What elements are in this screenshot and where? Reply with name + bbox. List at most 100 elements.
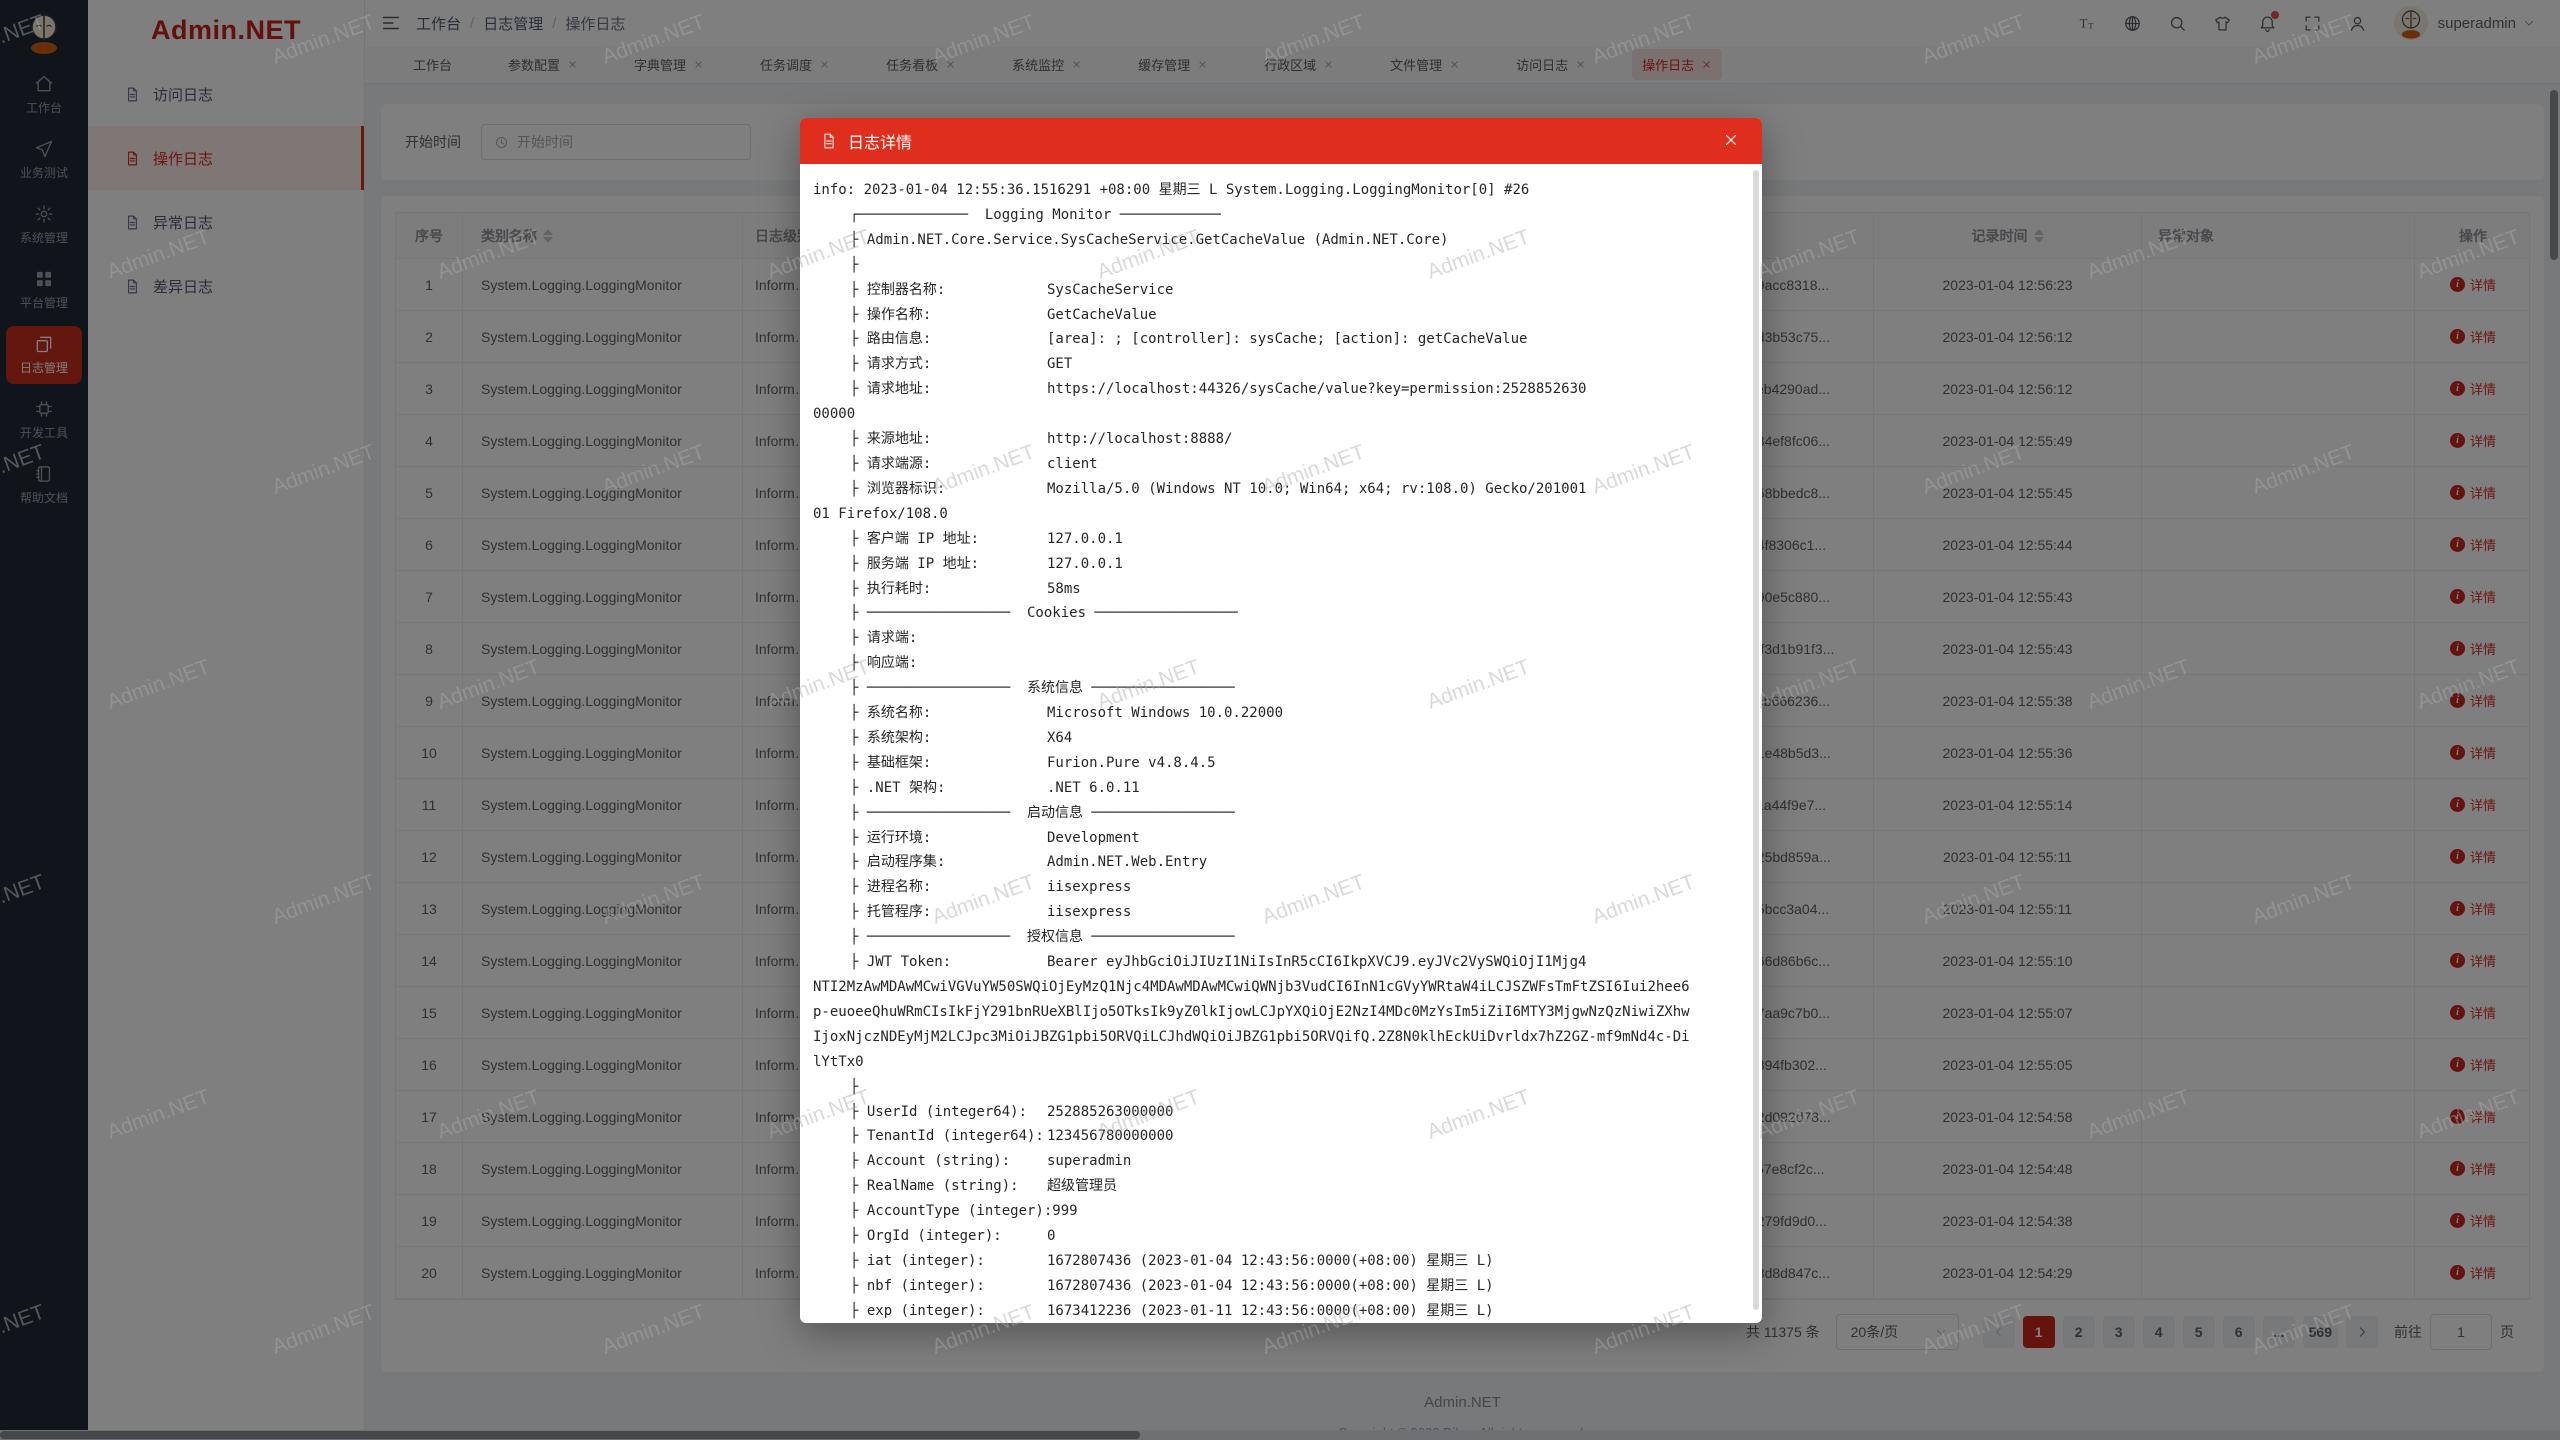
dialog-scrollbar-thumb[interactable] (1753, 170, 1759, 1310)
log-key: ├ 响应端: (850, 651, 1047, 676)
log-value: [area]: ; [controller]: sysCache; [actio… (1047, 327, 1527, 352)
log-line: p-euoeeQhuWRmCIsIkFjY291bnRUeXBlIjo5OTks… (813, 1000, 1749, 1025)
app-root: 工作台业务测试系统管理平台管理日志管理开发工具帮助文档 Admin.NET 访问… (0, 0, 2560, 1440)
dialog-title: 日志详情 (848, 129, 912, 153)
log-detail-content: info: 2023-01-04 12:55:36.1516291 +08:00… (800, 164, 1762, 1323)
page-horizontal-scrollbar[interactable] (0, 1430, 2560, 1440)
log-line: info: 2023-01-04 12:55:36.1516291 +08:00… (813, 178, 1749, 203)
log-line: ├ 系统架构:X64 (813, 726, 1749, 751)
log-value: 1673412236 (2023-01-11 12:43:56:0000(+08… (1047, 1299, 1494, 1323)
log-line: ├ nbf (integer):1672807436 (2023-01-04 1… (813, 1274, 1749, 1299)
log-line: ├ 请求方式:GET (813, 352, 1749, 377)
log-key: ├ Account (string): (850, 1149, 1047, 1174)
log-line: ├ 操作名称:GetCacheValue (813, 303, 1749, 328)
log-key: ├ 系统名称: (850, 701, 1047, 726)
log-key: ├ 控制器名称: (850, 278, 1047, 303)
log-value: Development (1047, 826, 1140, 851)
log-line: ┌───────────── Logging Monitor ─────────… (813, 203, 1749, 228)
log-line: IjoxNjczNDEyMjM2LCJpc3MiOiJBZG1pbi5ORVQi… (813, 1025, 1749, 1050)
log-line: ├ 服务端 IP 地址:127.0.0.1 (813, 552, 1749, 577)
log-line: ├ 响应端: (813, 651, 1749, 676)
log-line: ├ 托管程序:iisexpress (813, 900, 1749, 925)
log-value: GET (1047, 352, 1072, 377)
log-value: superadmin (1047, 1149, 1131, 1174)
log-key: ├ 请求端源: (850, 452, 1047, 477)
log-value: Bearer eyJhbGciOiJIUzI1NiIsInR5cCI6IkpXV… (1047, 950, 1586, 975)
log-line: ├ 基础框架:Furion.Pure v4.8.4.5 (813, 751, 1749, 776)
log-key: ├ 服务端 IP 地址: (850, 552, 1047, 577)
log-line: ├ 执行耗时:58ms (813, 577, 1749, 602)
log-detail-dialog: 日志详情 info: 2023-01-04 12:55:36.1516291 +… (800, 118, 1762, 1323)
log-line: ├ 系统名称:Microsoft Windows 10.0.22000 (813, 701, 1749, 726)
log-value: 58ms (1047, 577, 1081, 602)
log-key: ├ 客户端 IP 地址: (850, 527, 1047, 552)
log-line: ├ 请求端: (813, 626, 1749, 651)
log-key: ├ 路由信息: (850, 327, 1047, 352)
log-line: ├ 进程名称:iisexpress (813, 875, 1749, 900)
log-value: client (1047, 452, 1098, 477)
log-key: ├ .NET 架构: (850, 776, 1047, 801)
log-line: ├ Admin.NET.Core.Service.SysCacheService… (813, 228, 1749, 253)
log-line: ├ Account (string):superadmin (813, 1149, 1749, 1174)
log-value: 252885263000000 (1047, 1100, 1173, 1125)
log-line: ├ 启动程序集:Admin.NET.Web.Entry (813, 850, 1749, 875)
log-value: X64 (1047, 726, 1072, 751)
log-value: Furion.Pure v4.8.4.5 (1047, 751, 1216, 776)
log-key: ├ 请求端: (850, 626, 1047, 651)
log-key: ├ nbf (integer): (850, 1274, 1047, 1299)
log-value: 1672807436 (2023-01-04 12:43:56:0000(+08… (1047, 1249, 1494, 1274)
log-value: 1672807436 (2023-01-04 12:43:56:0000(+08… (1047, 1274, 1494, 1299)
log-value: 超级管理员 (1047, 1174, 1117, 1199)
log-value: GetCacheValue (1047, 303, 1157, 328)
log-line: NTI2MzAwMDAwMCwiVGVuYW50SWQiOjEyMzQ1Njc4… (813, 975, 1749, 1000)
log-line: ├ JWT Token:Bearer eyJhbGciOiJIUzI1NiIsI… (813, 950, 1749, 975)
log-line: ├ 来源地址:http://localhost:8888/ (813, 427, 1749, 452)
log-line: ├ (813, 1075, 1749, 1100)
log-key: ├ iat (integer): (850, 1249, 1047, 1274)
scrollbar-thumb[interactable] (0, 1431, 1140, 1439)
log-line: ├ iat (integer):1672807436 (2023-01-04 1… (813, 1249, 1749, 1274)
log-line: ├ OrgId (integer):0 (813, 1224, 1749, 1249)
log-value: 127.0.0.1 (1047, 552, 1123, 577)
log-line: ├ AccountType (integer):999 (813, 1199, 1749, 1224)
log-line: ├ ───────────────── 授权信息 ───────────────… (813, 925, 1749, 950)
log-line: ├ ───────────────── Cookies ────────────… (813, 601, 1749, 626)
log-line: ├ 运行环境:Development (813, 826, 1749, 851)
log-key: ├ 系统架构: (850, 726, 1047, 751)
close-icon[interactable] (1722, 131, 1742, 151)
log-line: ├ UserId (integer64):252885263000000 (813, 1100, 1749, 1125)
log-value: http://localhost:8888/ (1047, 427, 1232, 452)
log-line: 00000 (813, 402, 1749, 427)
log-key: ├ 请求方式: (850, 352, 1047, 377)
log-key: ├ 浏览器标识: (850, 477, 1047, 502)
log-key: ├ UserId (integer64): (850, 1100, 1047, 1125)
log-line: ├ RealName (string):超级管理员 (813, 1174, 1749, 1199)
log-key: ├ OrgId (integer): (850, 1224, 1047, 1249)
log-key: ├ 运行环境: (850, 826, 1047, 851)
log-value: .NET 6.0.11 (1047, 776, 1140, 801)
log-line: ├ exp (integer):1673412236 (2023-01-11 1… (813, 1299, 1749, 1323)
log-line: ├ 浏览器标识:Mozilla/5.0 (Windows NT 10.0; Wi… (813, 477, 1749, 502)
log-value: iisexpress (1047, 875, 1131, 900)
log-value: 999 (1052, 1199, 1077, 1224)
log-value: 127.0.0.1 (1047, 527, 1123, 552)
log-line: ├ .NET 架构:.NET 6.0.11 (813, 776, 1749, 801)
log-key: ├ 托管程序: (850, 900, 1047, 925)
log-value: 0 (1047, 1224, 1055, 1249)
log-key: ├ 来源地址: (850, 427, 1047, 452)
log-line: ├ ───────────────── 系统信息 ───────────────… (813, 676, 1749, 701)
document-icon (820, 132, 838, 150)
log-value: Mozilla/5.0 (Windows NT 10.0; Win64; x64… (1047, 477, 1586, 502)
log-line: ├ (813, 253, 1749, 278)
log-key: ├ RealName (string): (850, 1174, 1047, 1199)
log-line: ├ ───────────────── 启动信息 ───────────────… (813, 801, 1749, 826)
log-key: ├ 进程名称: (850, 875, 1047, 900)
log-key: ├ 启动程序集: (850, 850, 1047, 875)
log-line: ├ 请求地址:https://localhost:44326/sysCache/… (813, 377, 1749, 402)
log-key: ├ 请求地址: (850, 377, 1047, 402)
log-line: ├ 请求端源:client (813, 452, 1749, 477)
log-value: 123456780000000 (1047, 1124, 1173, 1149)
log-line: ├ 控制器名称:SysCacheService (813, 278, 1749, 303)
log-line: ├ TenantId (integer64):123456780000000 (813, 1124, 1749, 1149)
log-key: ├ 操作名称: (850, 303, 1047, 328)
